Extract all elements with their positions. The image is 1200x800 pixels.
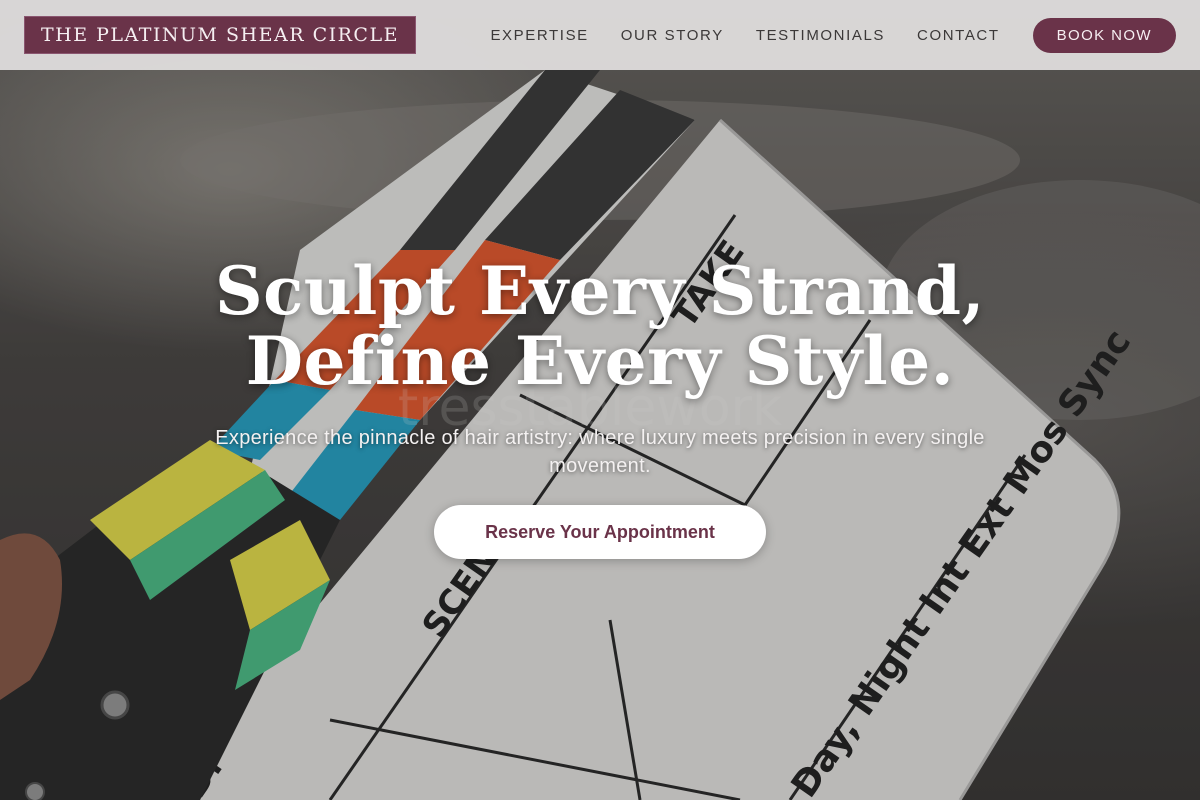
main-nav: EXPERTISE OUR STORY TESTIMONIALS CONTACT… — [458, 17, 1176, 53]
nav-item-contact[interactable]: CONTACT — [917, 27, 1000, 44]
hero-section: SCENE TAKE D. Day, Night Int Ext Mos Syn… — [0, 0, 1200, 800]
hero-subheadline: Experience the pinnacle of hair artistry… — [215, 427, 985, 477]
hero-headline-line2: Define Every Style. — [245, 322, 955, 400]
hero-headline-line1: Sculpt Every Strand, — [214, 252, 986, 330]
nav-item-testimonials[interactable]: TESTIMONIALS — [756, 27, 885, 44]
nav-item-expertise[interactable]: EXPERTISE — [490, 27, 588, 44]
reserve-appointment-button[interactable]: Reserve Your Appointment — [434, 505, 766, 559]
hero-headline: Sculpt Every Strand, Define Every Style. — [0, 256, 1200, 396]
brand-logo[interactable]: THE PLATINUM SHEAR CIRCLE — [24, 16, 416, 54]
site-header: THE PLATINUM SHEAR CIRCLE EXPERTISE OUR … — [0, 0, 1200, 70]
nav-item-our-story[interactable]: OUR STORY — [621, 27, 724, 44]
book-now-button[interactable]: BOOK NOW — [1032, 17, 1176, 53]
hero-overlay — [0, 0, 1200, 800]
